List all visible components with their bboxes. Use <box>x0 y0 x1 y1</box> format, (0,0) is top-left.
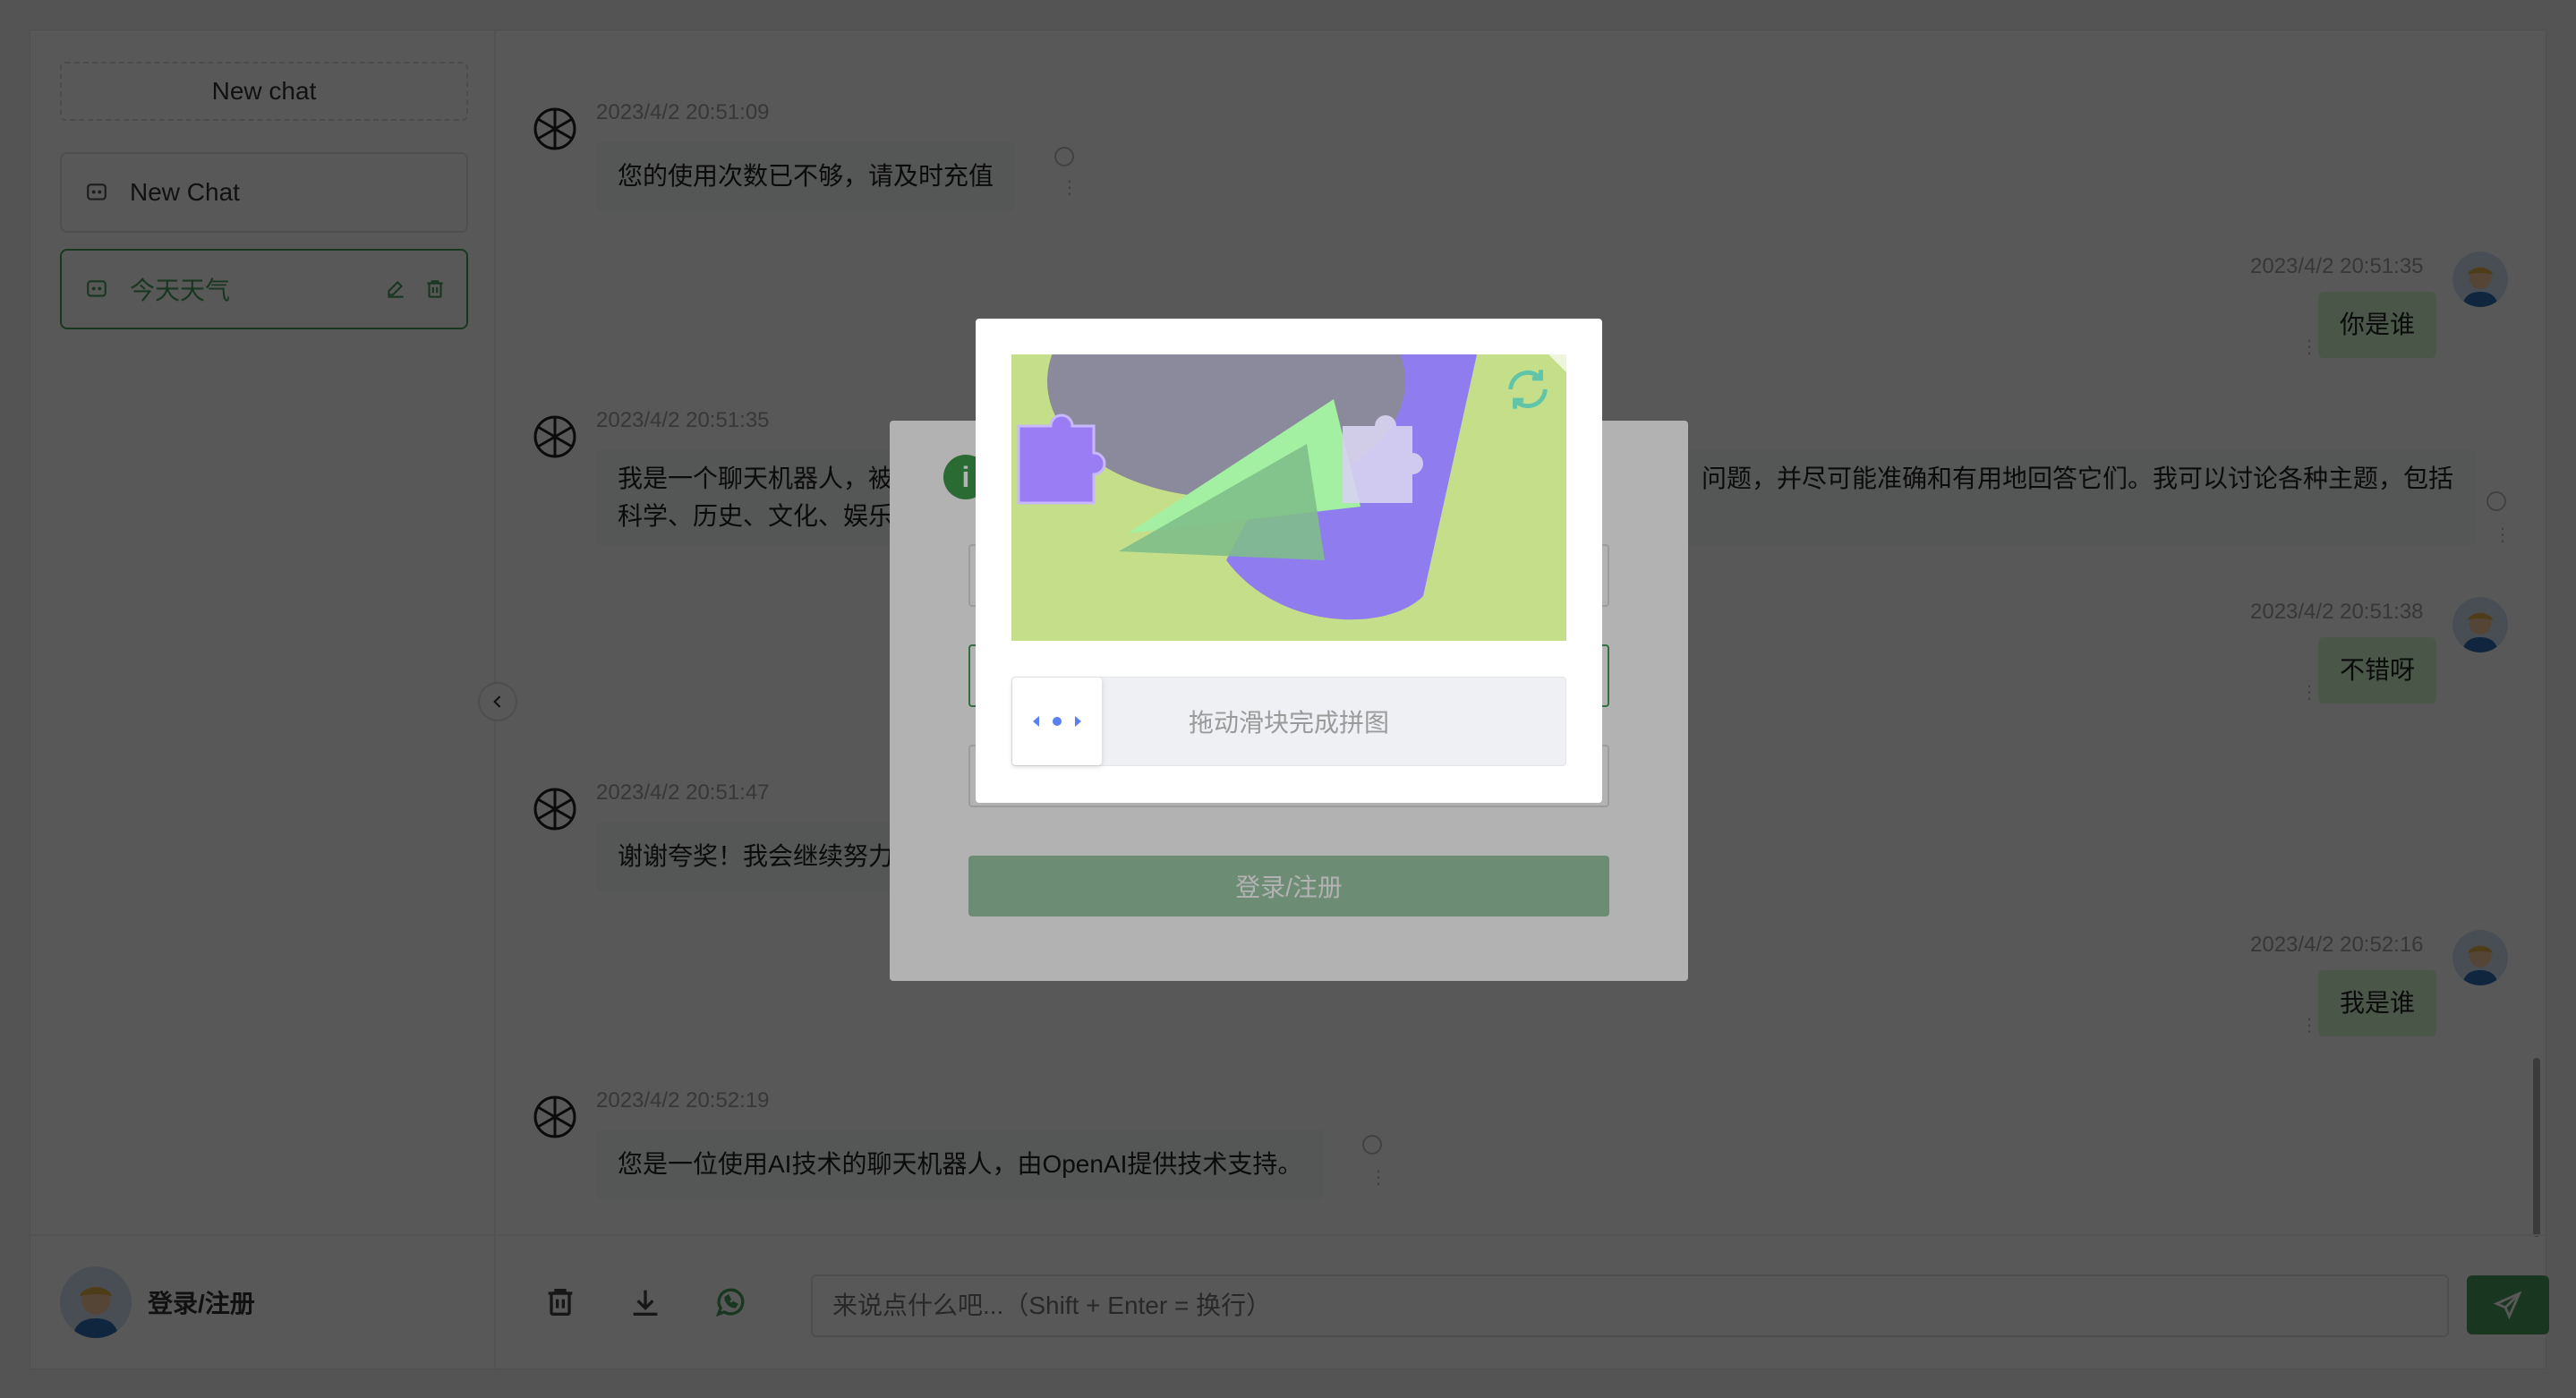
puzzle-piece[interactable] <box>1017 413 1106 505</box>
captcha-slider-handle[interactable] <box>1012 678 1102 765</box>
captcha-slider-track[interactable]: 拖动滑块完成拼图 <box>1011 677 1566 766</box>
captcha-puzzle-image <box>1011 354 1566 641</box>
drag-arrows-icon <box>1033 716 1081 727</box>
refresh-icon[interactable] <box>1502 363 1554 415</box>
slider-captcha: 拖动滑块完成拼图 <box>976 319 1602 803</box>
puzzle-hole <box>1343 415 1423 503</box>
